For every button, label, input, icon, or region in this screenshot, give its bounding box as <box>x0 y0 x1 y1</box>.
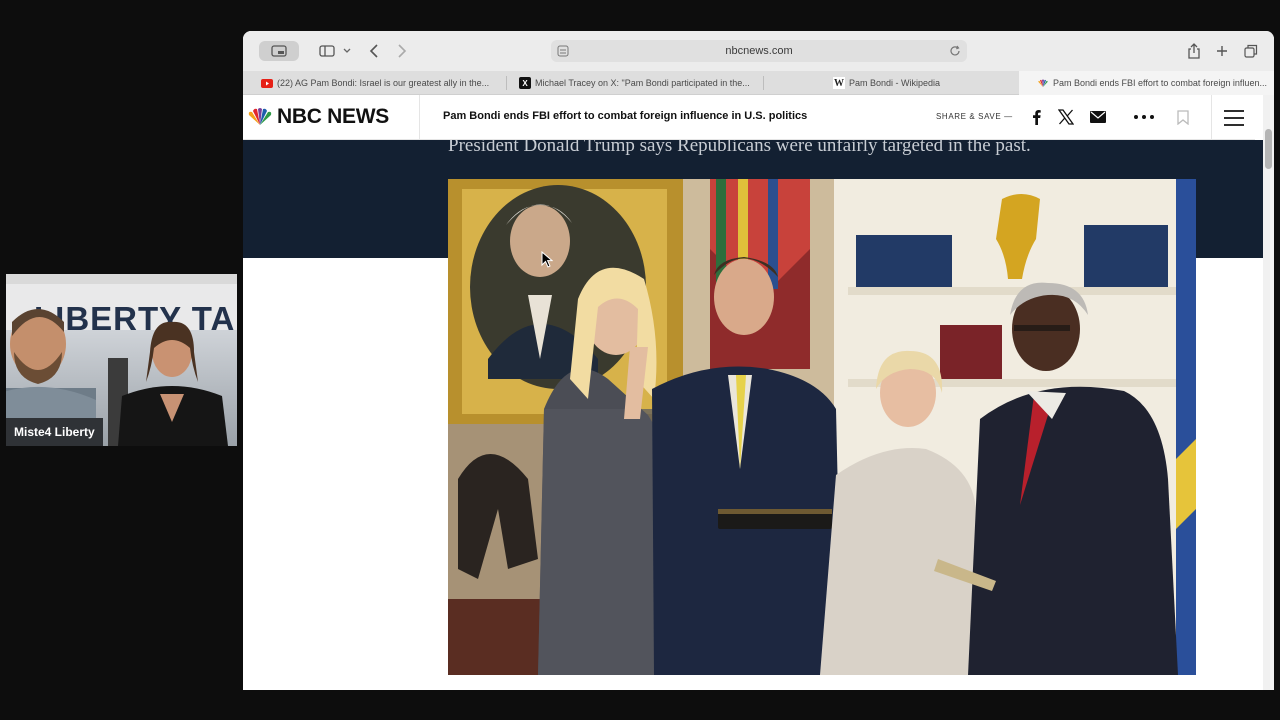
tab-label: Michael Tracey on X: "Pam Bondi particip… <box>535 78 750 88</box>
back-arrow-icon <box>369 44 378 58</box>
nbc-peacock-icon <box>248 108 272 125</box>
tab-overview-icon <box>271 45 287 57</box>
plus-icon <box>1217 46 1227 56</box>
bookmark-button[interactable] <box>1175 107 1191 127</box>
tab-label: Pam Bondi - Wikipedia <box>849 78 941 88</box>
nbc-sticky-header: NBC NEWS Pam Bondi ends FBI effort to co… <box>243 95 1255 140</box>
share-icon <box>1188 43 1200 59</box>
safari-window: nbcnews.com (22) AG Pam Bondi: Israel is… <box>243 31 1274 690</box>
mouse-cursor-icon <box>541 251 553 268</box>
tab-wikipedia[interactable]: W Pam Bondi - Wikipedia <box>833 71 1033 95</box>
sidebar-toggle-button[interactable] <box>317 41 337 61</box>
back-button[interactable] <box>365 41 383 61</box>
tab-divider <box>763 76 764 90</box>
host-right-figure <box>108 321 228 446</box>
reload-icon[interactable] <box>949 45 961 57</box>
x-icon: X <box>519 77 531 89</box>
sidebar-icon <box>319 45 335 57</box>
wikipedia-icon: W <box>833 77 845 89</box>
sticky-headline: Pam Bondi ends FBI effort to combat fore… <box>443 110 808 122</box>
chevron-down-icon[interactable] <box>341 41 353 61</box>
tab-nbc-news[interactable]: Pam Bondi ends FBI effort to combat fore… <box>1019 71 1274 95</box>
share-button[interactable] <box>1185 41 1203 61</box>
address-text: nbcnews.com <box>725 45 793 57</box>
youtube-icon <box>261 77 273 89</box>
x-share-button[interactable] <box>1057 107 1075 127</box>
more-options-button[interactable] <box>1133 107 1155 127</box>
scrollbar-thumb[interactable] <box>1265 129 1272 169</box>
webcam-overlay: LIBERTY TAL Miste4 Liberty <box>6 274 237 446</box>
bookmark-icon <box>1177 109 1189 125</box>
facebook-icon <box>1032 110 1041 125</box>
nbc-peacock-icon <box>1037 77 1049 89</box>
main-menu-button[interactable] <box>1211 95 1255 140</box>
tab-bar: (22) AG Pam Bondi: Israel is our greates… <box>243 71 1274 95</box>
forward-button[interactable] <box>393 41 411 61</box>
forward-arrow-icon <box>398 44 407 58</box>
swearing-in-photo <box>448 179 1196 675</box>
article-photo[interactable] <box>448 179 1196 675</box>
tab-x-post[interactable]: X Michael Tracey on X: "Pam Bondi partic… <box>519 71 759 95</box>
x-icon <box>1058 109 1074 125</box>
share-save-label: SHARE & SAVE — <box>936 112 1013 121</box>
facebook-share-button[interactable] <box>1029 107 1043 127</box>
tab-youtube[interactable]: (22) AG Pam Bondi: Israel is our greates… <box>261 71 501 95</box>
nbc-news-wordmark: NBC NEWS <box>277 105 389 128</box>
tab-label: Pam Bondi ends FBI effort to combat fore… <box>1053 78 1267 88</box>
browser-toolbar: nbcnews.com <box>243 31 1274 71</box>
email-share-button[interactable] <box>1089 107 1107 127</box>
envelope-icon <box>1090 111 1106 123</box>
page-scrollbar[interactable] <box>1263 95 1274 690</box>
more-dots-icon <box>1134 115 1154 119</box>
tab-divider <box>506 76 507 90</box>
address-bar[interactable]: nbcnews.com <box>551 40 967 62</box>
participant-name-tag: Miste4 Liberty <box>6 418 103 446</box>
tab-overview-grid-button[interactable] <box>1242 41 1260 61</box>
new-tab-button[interactable] <box>1213 41 1231 61</box>
tabs-icon <box>1244 44 1258 58</box>
header-divider <box>419 95 420 140</box>
tab-label: (22) AG Pam Bondi: Israel is our greates… <box>277 78 490 88</box>
web-content: NBC NEWS Pam Bondi ends FBI effort to co… <box>243 95 1274 690</box>
nbc-news-logo[interactable]: NBC NEWS <box>247 105 389 129</box>
tab-overview-button[interactable] <box>259 41 299 61</box>
hamburger-menu-icon <box>1223 109 1244 126</box>
